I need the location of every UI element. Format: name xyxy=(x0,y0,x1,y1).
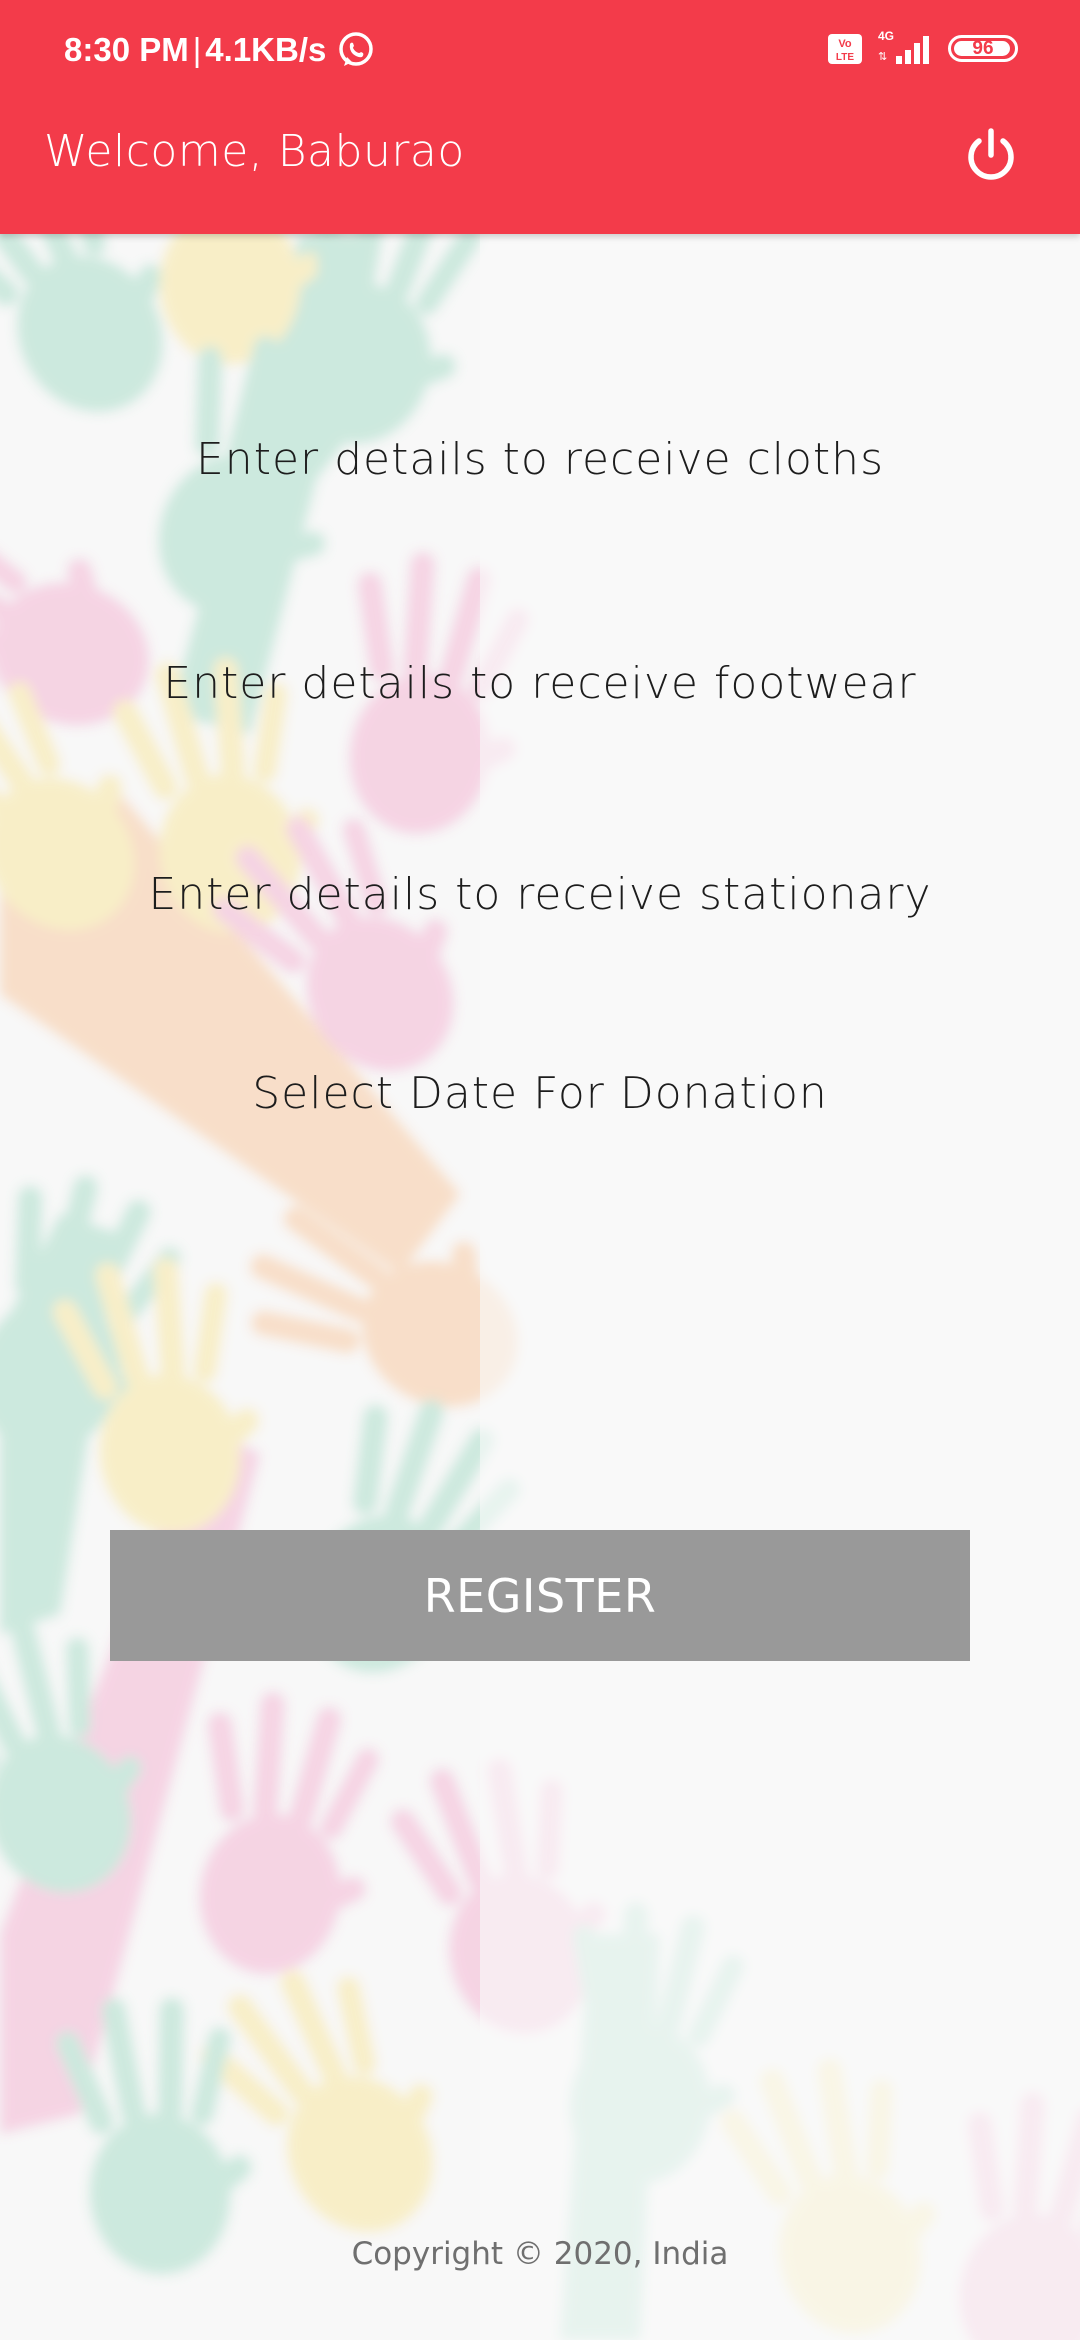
hands-background-art xyxy=(0,234,1080,2340)
toolbar-title: Welcome, Baburao xyxy=(44,126,465,177)
volte-icon: Vo LTE xyxy=(828,34,862,64)
status-separator: | xyxy=(192,31,202,68)
select-donation-date-option[interactable]: Select Date For Donation xyxy=(0,1068,1080,1119)
battery-icon: 96 xyxy=(948,35,1018,62)
battery-level: 96 xyxy=(972,38,994,59)
network-type: 4G xyxy=(878,29,894,43)
svg-text:Vo: Vo xyxy=(838,38,852,50)
app-screen: 8:30 PM | 4.1KB/s Vo LTE 4G ⇅ 96 Welcome… xyxy=(0,0,1080,2340)
network-speed: 4.1KB/s xyxy=(205,31,327,68)
receive-stationary-option[interactable]: Enter details to receive stationary xyxy=(0,869,1080,920)
whatsapp-icon xyxy=(339,32,373,66)
status-bar: 8:30 PM | 4.1KB/s Vo LTE 4G ⇅ 96 xyxy=(0,0,1080,100)
status-time-and-speed: 8:30 PM | 4.1KB/s xyxy=(64,28,326,72)
svg-text:⇅: ⇅ xyxy=(878,51,887,63)
signal-icon: 4G ⇅ xyxy=(876,28,936,66)
copyright-text: Copyright © 2020, India xyxy=(351,2236,729,2272)
app-bar: 8:30 PM | 4.1KB/s Vo LTE 4G ⇅ 96 Welcome… xyxy=(0,0,1080,234)
status-time: 8:30 PM xyxy=(64,31,189,68)
register-button[interactable]: REGISTER xyxy=(110,1530,970,1661)
receive-footwear-option[interactable]: Enter details to receive footwear xyxy=(0,658,1080,709)
receive-cloths-option[interactable]: Enter details to receive cloths xyxy=(0,434,1080,485)
power-icon[interactable] xyxy=(960,125,1022,187)
svg-text:LTE: LTE xyxy=(836,52,854,63)
